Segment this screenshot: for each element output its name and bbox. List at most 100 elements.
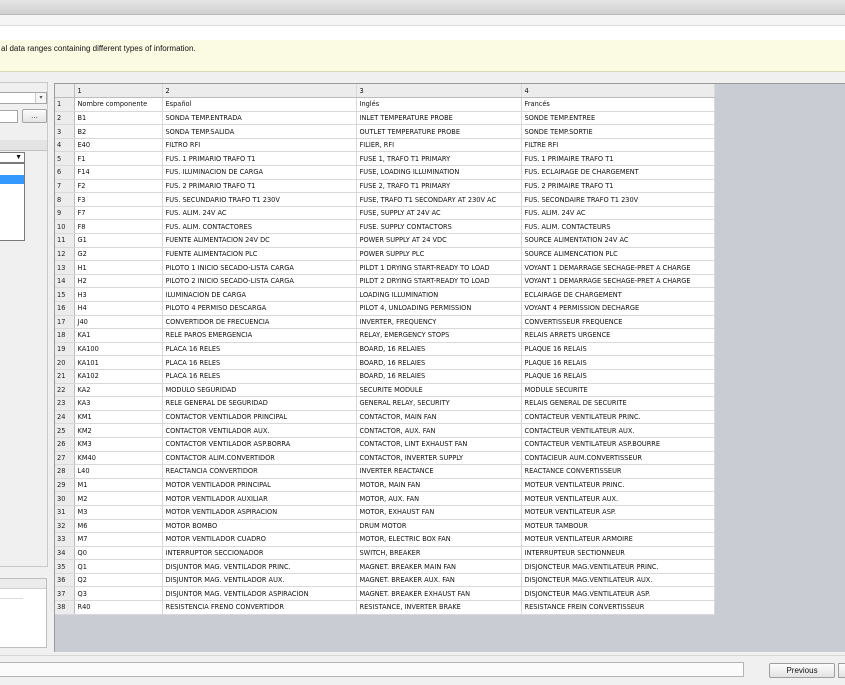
- table-cell[interactable]: CONTACIEUR AUM.CONVERTISSEUR: [521, 451, 715, 466]
- table-cell[interactable]: FUSE 2, TRAFO T1 PRIMARY: [356, 179, 522, 194]
- row-number[interactable]: 19: [55, 342, 75, 357]
- table-cell[interactable]: CONVERTIDOR DE FRECUENCIA: [162, 315, 357, 330]
- table-cell[interactable]: REACTANCIA CONVERTIDOR: [162, 464, 357, 479]
- row-number[interactable]: 33: [55, 532, 75, 547]
- table-cell[interactable]: F2: [74, 179, 163, 194]
- table-cell[interactable]: Inglés: [356, 97, 522, 112]
- table-cell[interactable]: MOTOR, AUX. FAN: [356, 491, 522, 506]
- table-cell[interactable]: MODULO SEGURIDAD: [162, 383, 357, 398]
- row-number[interactable]: 17: [55, 315, 75, 330]
- table-cell[interactable]: MAGNET. BREAKER AUX. FAN: [356, 573, 522, 588]
- table-cell[interactable]: VOYANT 1 DEMARRAGE SECHAGE-PRET A CHARGE: [521, 274, 715, 289]
- row-number[interactable]: 32: [55, 519, 75, 534]
- table-cell[interactable]: Nombre componente: [74, 97, 163, 112]
- selected-option[interactable]: [0, 175, 24, 184]
- type-select[interactable]: ▼: [0, 152, 25, 163]
- table-cell[interactable]: VOYANT 4 PERMISSION DECHARGE: [521, 301, 715, 316]
- table-cell[interactable]: VOYANT 1 DEMARRAGE SECHAGE-PRET A CHARGE: [521, 260, 715, 275]
- table-cell[interactable]: PILOT 4, UNLOADING PERMISSION: [356, 301, 522, 316]
- table-cell[interactable]: SOURCE ALIMENTATION 24V AC: [521, 233, 715, 248]
- table-cell[interactable]: Español: [162, 97, 357, 112]
- table-cell[interactable]: RESISTANCE FREIN CONVERTISSEUR: [521, 600, 715, 615]
- table-cell[interactable]: LOADING ILLUMINATION: [356, 287, 522, 302]
- table-cell[interactable]: FILTRO RFI: [162, 138, 357, 153]
- table-cell[interactable]: MOTEUR VENTILATEUR AUX.: [521, 491, 715, 506]
- table-cell[interactable]: MOTOR, EXHAUST FAN: [356, 505, 522, 520]
- table-cell[interactable]: CONTACTOR, LINT EXHAUST FAN: [356, 437, 522, 452]
- table-cell[interactable]: CONTACTEUR VENTILATEUR AUX.: [521, 423, 715, 438]
- table-cell[interactable]: RELAIS GENERAL DE SECURITE: [521, 396, 715, 411]
- table-cell[interactable]: Q3: [74, 586, 163, 602]
- table-cell[interactable]: Q1: [74, 559, 163, 574]
- type-dropdown-list[interactable]: [0, 163, 25, 241]
- table-cell[interactable]: J40: [74, 315, 163, 330]
- row-number[interactable]: 14: [55, 274, 75, 289]
- table-cell[interactable]: FUS. 1 PRIMAIRE TRAFO T1: [521, 151, 715, 167]
- table-cell[interactable]: G2: [74, 247, 163, 262]
- table-cell[interactable]: OUTLET TEMPERATURE PROBE: [356, 124, 522, 139]
- table-cell[interactable]: F7: [74, 206, 163, 221]
- table-cell[interactable]: G1: [74, 233, 163, 248]
- table-cell[interactable]: KM2: [74, 423, 163, 438]
- table-cell[interactable]: Q0: [74, 546, 163, 561]
- table-cell[interactable]: SONDE TEMP.SORTIE: [521, 124, 715, 139]
- table-cell[interactable]: BOARD, 16 RELAIES: [356, 342, 522, 357]
- table-cell[interactable]: FUS. ALIM. CONTACTORES: [162, 219, 357, 235]
- table-cell[interactable]: MOTEUR TAMBOUR: [521, 519, 715, 534]
- row-number[interactable]: 8: [55, 192, 75, 207]
- table-cell[interactable]: DISJONCTEUR MAG.VENTILATEUR ASP.: [521, 586, 715, 602]
- row-number[interactable]: 10: [55, 219, 75, 235]
- table-cell[interactable]: KM1: [74, 410, 163, 425]
- list-item[interactable]: [0, 589, 23, 599]
- table-cell[interactable]: DISJUNTOR MAG. VENTILADOR AUX.: [162, 573, 357, 588]
- table-cell[interactable]: MOTOR, ELECTRIC BOX FAN: [356, 532, 522, 547]
- column-header[interactable]: 4: [521, 84, 715, 99]
- table-cell[interactable]: SECURITE MODULE: [356, 383, 522, 398]
- table-cell[interactable]: H3: [74, 287, 163, 302]
- table-cell[interactable]: CONTACTOR VENTILADOR PRINCIPAL: [162, 410, 357, 425]
- table-cell[interactable]: H4: [74, 301, 163, 316]
- table-cell[interactable]: MODULE SECURITE: [521, 383, 715, 398]
- table-cell[interactable]: RELAIS ARRETS URGENCE: [521, 328, 715, 343]
- table-cell[interactable]: PLAQUE 16 RELAIS: [521, 342, 715, 357]
- table-cell[interactable]: REACTANCE CONVERTISSEUR: [521, 464, 715, 479]
- column-header[interactable]: 2: [162, 84, 357, 99]
- table-cell[interactable]: E40: [74, 138, 163, 153]
- table-cell[interactable]: RELAY, EMERGENCY STOPS: [356, 328, 522, 343]
- row-number[interactable]: 15: [55, 287, 75, 302]
- table-cell[interactable]: CONTACTOR, AUX. FAN: [356, 423, 522, 438]
- table-cell[interactable]: DISJUNTOR MAG. VENTILADOR PRINC.: [162, 559, 357, 574]
- table-cell[interactable]: RESISTANCE, INVERTER BRAKE: [356, 600, 522, 615]
- table-cell[interactable]: FUS. 2 PRIMARIO TRAFO T1: [162, 179, 357, 194]
- row-number[interactable]: 23: [55, 396, 75, 411]
- table-cell[interactable]: PILDT 2 DRYING START-READY TO LOAD: [356, 274, 522, 289]
- table-cell[interactable]: FUSE. SUPPLY CONTACTORS: [356, 219, 522, 235]
- table-cell[interactable]: PLACA 16 RELES: [162, 355, 357, 370]
- table-cell[interactable]: FUS. SECONDAIRE TRAFO T1 230V: [521, 192, 715, 207]
- dropdown-arrow-icon[interactable]: ▼: [15, 154, 22, 161]
- column-header[interactable]: 3: [356, 84, 522, 99]
- table-cell[interactable]: M1: [74, 478, 163, 493]
- row-number[interactable]: 24: [55, 410, 75, 425]
- table-cell[interactable]: DISJONCTEUR MAG.VENTILATEUR AUX.: [521, 573, 715, 588]
- table-cell[interactable]: INLET TEMPERATURE PROBE: [356, 111, 522, 126]
- table-cell[interactable]: KA102: [74, 369, 163, 384]
- table-cell[interactable]: KA100: [74, 342, 163, 357]
- row-number[interactable]: 7: [55, 179, 75, 194]
- table-cell[interactable]: PLACA 16 RELES: [162, 369, 357, 384]
- previous-button[interactable]: Previous: [769, 663, 835, 678]
- table-cell[interactable]: CONTACTOR VENTILADOR AUX.: [162, 423, 357, 438]
- table-cell[interactable]: B1: [74, 111, 163, 126]
- row-number[interactable]: 30: [55, 491, 75, 506]
- table-cell[interactable]: MOTEUR VENTILATEUR ARMOIRE: [521, 532, 715, 547]
- table-cell[interactable]: FUSE, TRAFO T1 SECONDARY AT 230V AC: [356, 192, 522, 207]
- table-cell[interactable]: BOARD, 16 RELAIES: [356, 355, 522, 370]
- table-cell[interactable]: DRUM MOTOR: [356, 519, 522, 534]
- table-cell[interactable]: B2: [74, 124, 163, 139]
- table-cell[interactable]: POWER SUPPLY PLC: [356, 247, 522, 262]
- table-cell[interactable]: RESISTENCIA FRENO CONVERTIDOR: [162, 600, 357, 615]
- table-cell[interactable]: CONTACTOR ALIM.CONVERTIDOR: [162, 451, 357, 466]
- table-cell[interactable]: MOTOR VENTILADOR AUXILIAR: [162, 491, 357, 506]
- table-cell[interactable]: R40: [74, 600, 163, 615]
- table-cell[interactable]: FUENTE ALIMENTACION 24V DC: [162, 233, 357, 248]
